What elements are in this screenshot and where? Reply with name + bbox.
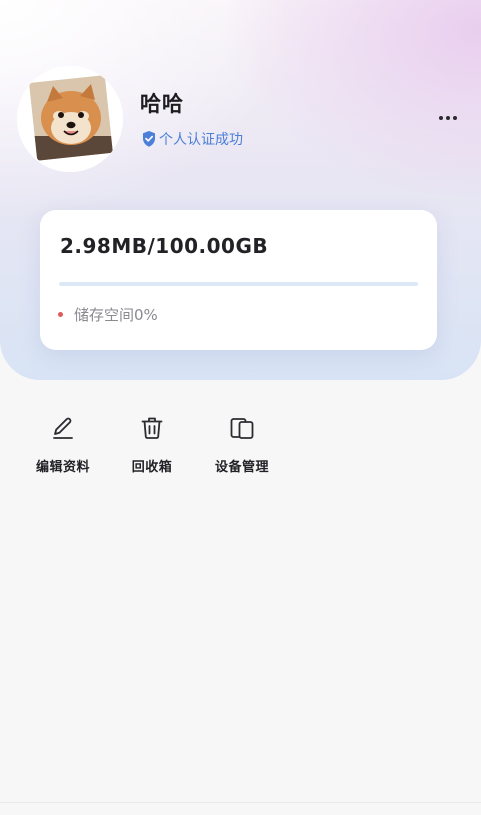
more-dots-icon <box>439 116 443 120</box>
storage-card[interactable]: 2.98MB/100.00GB 储存空间0% <box>40 210 437 350</box>
dog-avatar-image <box>17 66 123 172</box>
recycle-bin-label: 回收箱 <box>131 460 173 475</box>
trash-icon <box>141 417 163 439</box>
username: 哈哈 <box>140 92 184 116</box>
storage-status-text: 储存空间0% <box>74 306 158 324</box>
edit-pen-icon-wrapper <box>49 414 77 442</box>
device-management-button[interactable]: 设备管理 <box>197 414 287 475</box>
storage-status: 储存空间0% <box>58 304 158 325</box>
verification-text: 个人认证成功 <box>159 132 243 148</box>
edit-profile-button[interactable]: 编辑资料 <box>18 414 108 475</box>
more-dot <box>453 116 457 120</box>
edit-pen-icon <box>53 417 73 439</box>
bottom-divider <box>0 802 481 803</box>
storage-progress-bar <box>59 282 418 286</box>
device-management-label: 设备管理 <box>214 460 269 475</box>
avatar[interactable] <box>17 66 123 172</box>
devices-icon-wrapper <box>228 414 256 442</box>
shield-check-icon <box>143 131 155 147</box>
recycle-bin-button[interactable]: 回收箱 <box>107 414 197 475</box>
more-dot <box>446 116 450 120</box>
status-dot <box>58 312 63 317</box>
edit-profile-label: 编辑资料 <box>35 460 90 475</box>
more-options-button[interactable] <box>432 108 464 128</box>
devices-icon <box>230 418 254 439</box>
storage-amount: 2.98MB/100.00GB <box>60 234 269 258</box>
verification-status: 个人认证成功 <box>141 129 243 149</box>
trash-icon-wrapper <box>138 414 166 442</box>
